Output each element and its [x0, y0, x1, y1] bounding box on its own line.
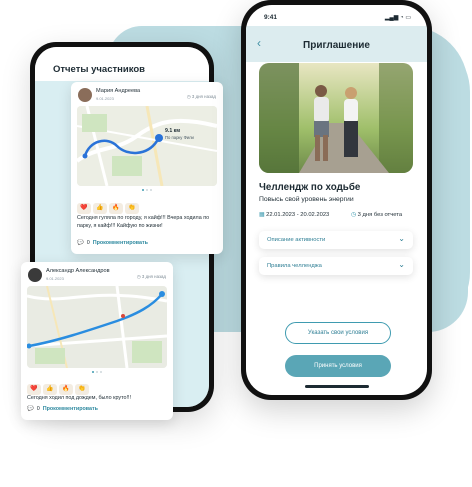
reactions-row: ❤️ 👍 🔥 👏: [77, 196, 141, 214]
user-name: Александр Александров: [46, 268, 110, 274]
route-map[interactable]: 9.1 км По парку Фили: [77, 106, 217, 186]
challenge-photo: [259, 63, 413, 173]
clap-reaction-icon[interactable]: 👏: [125, 203, 139, 214]
comments-row: 💬 0 Прокомментировать: [77, 240, 148, 246]
map-place: По парку Фили: [165, 135, 194, 140]
accordion-label: Описание активности: [267, 237, 326, 243]
carousel-dots: [21, 371, 173, 373]
page-title: Приглашение: [303, 40, 370, 51]
comments-count: 0: [36, 406, 40, 412]
report-text: Сегодня гуляла по городу, я кайф!!! Вчер…: [77, 215, 210, 229]
thumbs-up-reaction-icon[interactable]: 👍: [93, 203, 107, 214]
avatar: [78, 88, 92, 102]
clock-icon: ◷: [351, 212, 358, 218]
accordion-activity-description[interactable]: Описание активности ⌄: [259, 231, 413, 249]
comment-icon: 💬: [27, 406, 34, 412]
page-title-reports: Отчеты участников: [53, 64, 145, 75]
status-time: 9:41: [264, 14, 278, 21]
route-map-svg: [27, 286, 167, 368]
avatar: [28, 268, 42, 282]
report-card-maria[interactable]: Мария Андреева 9.01.2023 ◷ 3 дня назад 9…: [71, 82, 223, 254]
fire-reaction-icon[interactable]: 🔥: [109, 203, 123, 214]
comments-row: 💬 0 Прокомментировать: [27, 406, 98, 412]
user-name: Мария Андреева: [96, 88, 141, 94]
challenge-subtitle: Повысь свой уровень энергии: [259, 196, 354, 203]
route-map-svg: [77, 106, 217, 186]
map-distance: 9.1 км: [165, 128, 181, 134]
time-ago: ◷ 3 дня назад: [136, 274, 166, 279]
carousel-dots: [71, 189, 223, 191]
days-without-report: ◷ 3 дня без отчета: [351, 212, 403, 218]
phone-right: 9:41 ▂▄▆ ◔ ▭ ‹ Приглашение Челлендж по х…: [241, 0, 432, 400]
user-date: 9.01.2023: [46, 276, 64, 281]
comments-count: 0: [86, 240, 90, 246]
report-card-alexander[interactable]: Александр Александров 9.01.2023 ◷ 3 дня …: [21, 262, 173, 420]
challenge-title: Челлендж по ходьбе: [259, 182, 361, 193]
time-ago: ◷ 3 дня назад: [186, 94, 216, 99]
status-icons: ▂▄▆ ◔ ▭: [384, 15, 411, 21]
reactions-row: ❤️ 👍 🔥 👏: [27, 377, 91, 395]
nav-bar: ‹ Приглашение: [246, 26, 427, 62]
comment-icon: 💬: [77, 240, 84, 246]
accordion-challenge-rules[interactable]: Правила челленджа ⌄: [259, 257, 413, 275]
user-date: 9.01.2023: [96, 96, 114, 101]
set-terms-button[interactable]: Указать свои условия: [285, 322, 391, 344]
heart-reaction-icon[interactable]: ❤️: [77, 203, 91, 214]
challenge-dates: ▦ 22.01.2023 - 20.02.2023: [259, 212, 330, 218]
accordion-label: Правила челленджа: [267, 263, 322, 269]
home-indicator: [305, 385, 369, 388]
report-text: Сегодня ходил под дождем, было круто!!!: [27, 395, 132, 401]
comment-link[interactable]: Прокомментировать: [93, 240, 148, 246]
walking-couple-image: [259, 63, 413, 173]
accept-terms-button[interactable]: Принять условия: [285, 355, 391, 377]
route-map[interactable]: [27, 286, 167, 368]
comment-link[interactable]: Прокомментировать: [43, 406, 98, 412]
chevron-down-icon: ⌄: [398, 234, 405, 243]
chevron-down-icon: ⌄: [398, 260, 405, 269]
phone-right-screen: 9:41 ▂▄▆ ◔ ▭ ‹ Приглашение Челлендж по х…: [246, 5, 427, 395]
